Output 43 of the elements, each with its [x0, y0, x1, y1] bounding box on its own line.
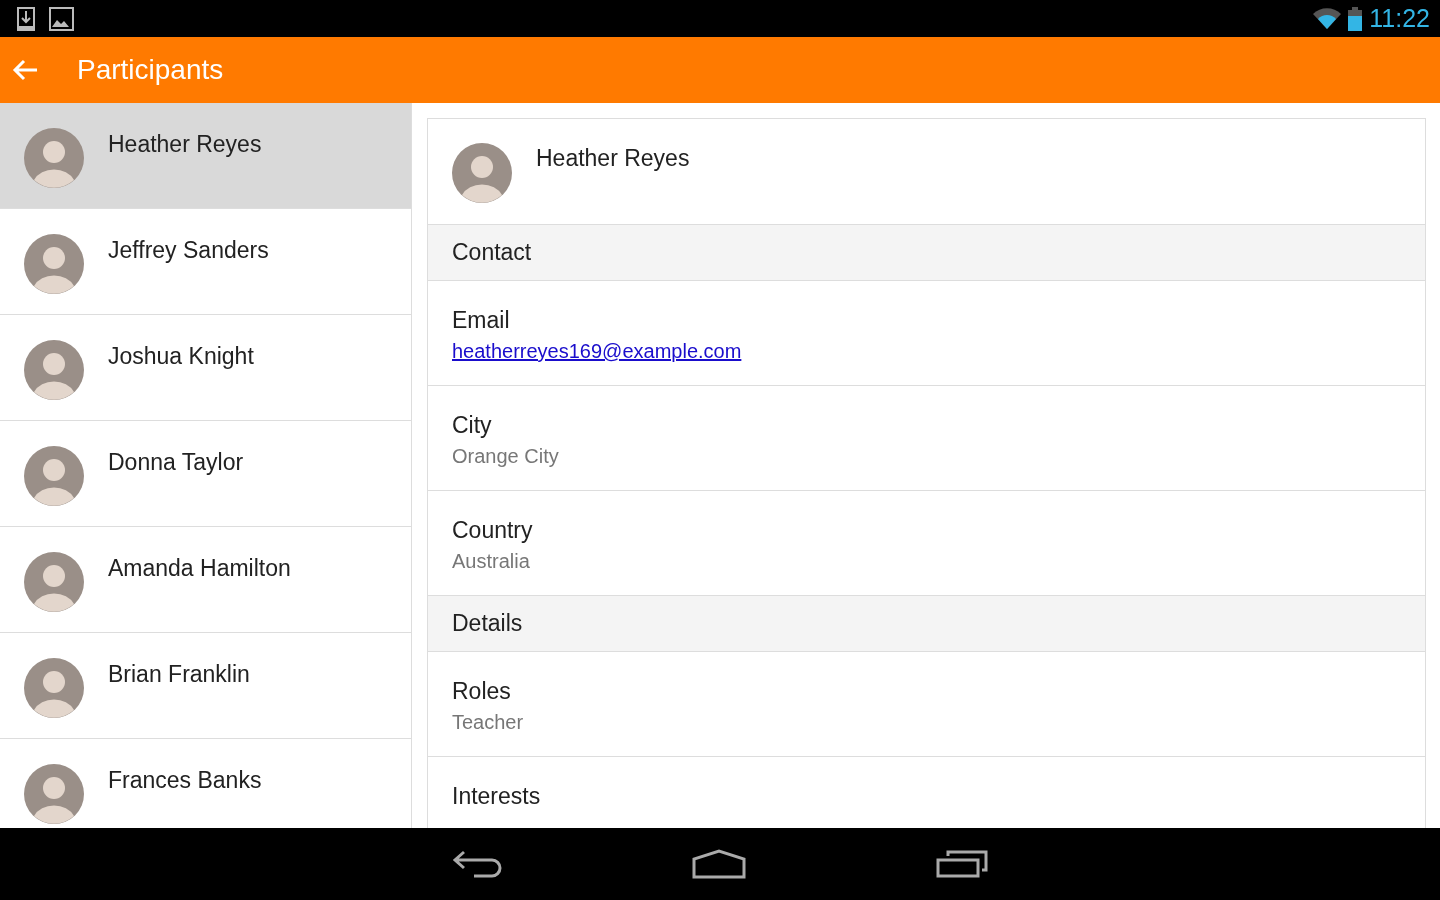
section-header: Details — [428, 596, 1425, 652]
field-label: Roles — [452, 678, 511, 705]
image-icon — [49, 6, 74, 31]
participant-item[interactable]: Jeffrey Sanders — [0, 209, 411, 315]
participant-item[interactable]: Donna Taylor — [0, 421, 411, 527]
field-label: Email — [452, 307, 510, 334]
participant-name: Amanda Hamilton — [108, 555, 291, 582]
home-icon[interactable] — [692, 849, 746, 879]
participant-name: Donna Taylor — [108, 449, 244, 476]
field-label: Country — [452, 517, 533, 544]
participant-name: Heather Reyes — [108, 131, 262, 158]
email-link[interactable]: heatherreyes169@example.com — [452, 340, 742, 363]
avatar-icon — [24, 128, 84, 188]
participant-name: Heather Reyes — [536, 145, 690, 173]
avatar-icon — [24, 552, 84, 612]
field-value: Australia — [452, 550, 530, 573]
download-icon — [17, 6, 35, 31]
wifi-icon — [1313, 7, 1342, 30]
participant-item[interactable]: Joshua Knight — [0, 315, 411, 421]
section-header: Contact — [428, 225, 1425, 281]
participant-item[interactable]: Heather Reyes — [0, 103, 411, 209]
participant-item[interactable]: Amanda Hamilton — [0, 527, 411, 633]
avatar-icon — [452, 143, 512, 203]
participant-name: Frances Banks — [108, 767, 262, 794]
avatar-icon — [24, 340, 84, 400]
avatar-icon — [24, 658, 84, 718]
avatar-icon — [24, 764, 84, 824]
participant-name: Joshua Knight — [108, 343, 254, 370]
field-label: City — [452, 412, 492, 439]
battery-icon — [1347, 6, 1364, 31]
back-icon[interactable] — [452, 850, 502, 878]
participant-name: Jeffrey Sanders — [108, 237, 269, 264]
participant-item[interactable]: Brian Franklin — [0, 633, 411, 739]
recent-apps-icon[interactable] — [936, 850, 988, 878]
screen-title: Participants — [77, 54, 224, 86]
participant-name: Brian Franklin — [108, 661, 250, 688]
back-arrow-icon[interactable] — [12, 59, 38, 81]
field-value: Orange City — [452, 445, 559, 468]
avatar-icon — [24, 234, 84, 294]
avatar-icon — [24, 446, 84, 506]
field-value: Teacher — [452, 711, 524, 734]
clock-time: 11:22 — [1369, 4, 1430, 33]
field-label: Interests — [452, 783, 541, 810]
